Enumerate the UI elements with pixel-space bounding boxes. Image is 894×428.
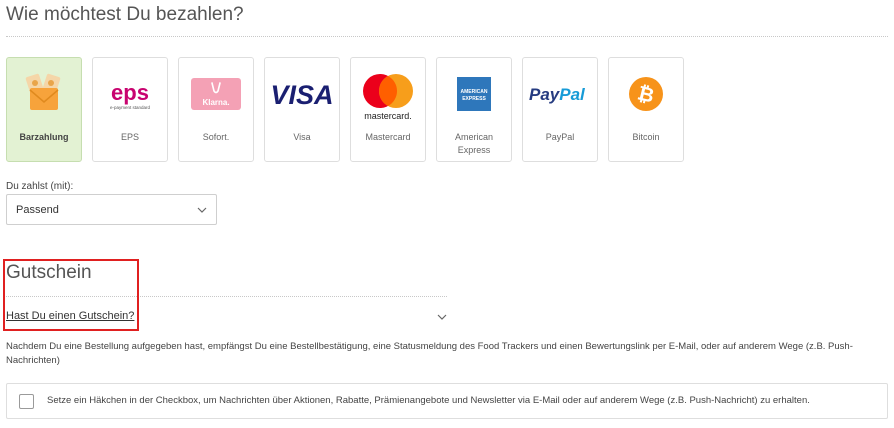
eps-logo-subtext: e-payment standard (110, 105, 151, 110)
paypal-logo: PayPal (523, 72, 597, 116)
svg-text:EXPRESS: EXPRESS (462, 96, 486, 102)
method-label: Mastercard (365, 132, 411, 142)
eps-logo: eps e-payment standard (93, 72, 167, 116)
method-label: American Express (454, 132, 493, 155)
voucher-divider (6, 296, 447, 297)
method-label: EPS (120, 132, 139, 142)
newsletter-consent: Setze ein Häkchen in der Checkbox, um Na… (6, 383, 888, 419)
mastercard-logo: mastercard. (351, 70, 425, 124)
eps-logo-text: eps (111, 80, 149, 105)
pay-with-value: Passend (16, 204, 59, 216)
order-notice: Nachdem Du eine Bestellung aufgegeben ha… (6, 341, 853, 366)
method-label: Visa (293, 132, 311, 142)
payment-method-sofort[interactable]: Klarna. Sofort. (178, 57, 254, 162)
voucher-link[interactable]: Hast Du einen Gutschein? (6, 310, 134, 322)
payment-method-mastercard[interactable]: mastercard. Mastercard (350, 57, 426, 162)
pay-with-select[interactable]: Passend (6, 194, 217, 225)
newsletter-consent-text: Setze ein Häkchen in der Checkbox, um Na… (47, 395, 810, 406)
payment-title: Wie möchtest Du bezahlen? (6, 4, 244, 25)
payment-method-barzahlung[interactable]: Barzahlung (6, 57, 82, 162)
payment-method-visa[interactable]: VISA Visa (264, 57, 340, 162)
svg-text:AMERICAN: AMERICAN (461, 89, 488, 95)
klarna-logo-text: Klarna. (202, 98, 229, 107)
method-label: Barzahlung (19, 132, 69, 142)
method-label: Sofort. (202, 132, 230, 142)
payment-method-bitcoin[interactable]: ₿ Bitcoin (608, 57, 684, 162)
payment-method-amex[interactable]: AMERICAN EXPRESS American Express (436, 57, 512, 162)
method-label: Bitcoin (632, 132, 660, 142)
chevron-down-icon (196, 203, 208, 221)
newsletter-checkbox[interactable] (19, 394, 34, 409)
title-divider (6, 36, 888, 37)
visa-logo: VISA (265, 72, 339, 116)
chevron-down-icon[interactable] (436, 310, 448, 328)
payment-method-paypal[interactable]: PayPal PayPal (522, 57, 598, 162)
amex-logo: AMERICAN EXPRESS (437, 72, 511, 116)
mastercard-logo-text: mastercard. (364, 111, 412, 121)
pay-with-label: Du zahlst (mit): (6, 181, 74, 192)
method-label: PayPal (545, 132, 575, 142)
cash-envelope-icon (7, 72, 81, 116)
klarna-logo: Klarna. (179, 72, 253, 116)
visa-logo-text: VISA (270, 80, 333, 109)
voucher-title: Gutschein (6, 262, 92, 283)
svg-text:PayPal: PayPal (529, 85, 586, 104)
payment-method-eps[interactable]: eps e-payment standard EPS (92, 57, 168, 162)
bitcoin-logo: ₿ (609, 72, 683, 116)
